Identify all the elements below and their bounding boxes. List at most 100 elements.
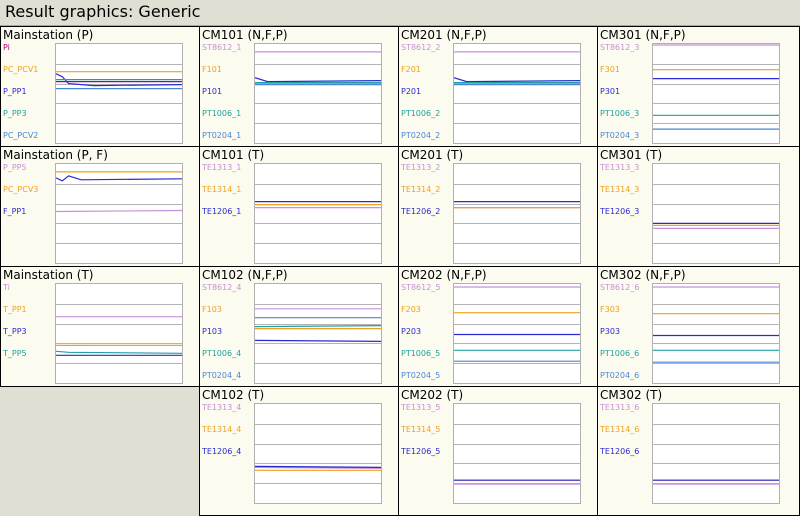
graph-panel[interactable]: CM201 (N,F,P) ST8612_2 F201 P201 PT1006_2 PT0… [398, 26, 598, 147]
graph-panel[interactable]: CM102 (T) TE1313_4 TE1314_4 TE1206_4 [199, 386, 399, 516]
signal-trace [454, 77, 580, 83]
trend-plot-svg [653, 44, 779, 130]
signal-label: PT0204_5 [401, 371, 441, 380]
panel-title: CM302 (T) [600, 388, 663, 402]
signal-label: PT1006_5 [401, 349, 441, 358]
trend-plot-svg [255, 51, 381, 124]
signal-label: TE1314_3 [600, 185, 640, 194]
signal-label: P_PP5 [3, 163, 27, 172]
signal-label: TE1314_5 [401, 425, 441, 434]
signal-label: TE1314_1 [202, 185, 242, 194]
signal-label: ST8612_6 [600, 283, 640, 292]
signal-label: P303 [600, 327, 621, 336]
window-title: Result graphics: Generic [5, 2, 201, 21]
signal-label: ST8612_2 [401, 43, 441, 52]
signal-trace [255, 339, 381, 342]
graph-panel[interactable]: CM202 (T) TE1313_5 TE1314_5 TE1206_5 [398, 386, 598, 516]
graph-panel[interactable]: CM101 (N,F,P) ST8612_1 F101 P101 PT1006_1 PT0… [199, 26, 399, 147]
signal-label: TE1206_3 [600, 207, 640, 216]
empty-area [0, 387, 199, 516]
panel-title: CM101 (N,F,P) [202, 28, 288, 42]
signal-label: ST8612_5 [401, 283, 441, 292]
signal-label: F303 [600, 305, 620, 314]
panel-title: CM101 (T) [202, 148, 265, 162]
signal-label: Ti [3, 283, 10, 292]
signal-label: TE1314_4 [202, 425, 242, 434]
trend-plot [254, 43, 382, 144]
signal-label: F301 [600, 65, 620, 74]
signal-label: P201 [401, 87, 422, 96]
panel-title: Mainstation (T) [3, 268, 94, 282]
graph-panel[interactable]: CM101 (T) TE1313_1 TE1314_1 TE1206_1 [199, 146, 399, 267]
trend-plot-svg [653, 286, 779, 364]
signal-label: Pi [3, 43, 10, 52]
trend-plot [652, 283, 780, 384]
graph-panel[interactable]: Mainstation (P) Pi PC_PCV1 P_PP1 P_PP3 PC_PCV… [0, 26, 200, 147]
graph-panel[interactable]: CM302 (T) TE1313_6 TE1314_6 TE1206_6 [597, 386, 800, 516]
panel-title: Mainstation (P, F) [3, 148, 108, 162]
trend-plot [254, 403, 382, 504]
trend-plot-svg [454, 286, 580, 364]
graph-panel[interactable]: Mainstation (P, F) P_PP5 PC_PCV3 F_PP1 [0, 146, 200, 267]
signal-label: P103 [202, 327, 223, 336]
graph-panel[interactable]: CM102 (N,F,P) ST8612_4 F103 P103 PT1006_4 PT0… [199, 266, 399, 387]
signal-label: ST8612_3 [600, 43, 640, 52]
graph-panel[interactable]: CM201 (T) TE1313_2 TE1314_2 TE1206_2 [398, 146, 598, 267]
signal-trace [56, 350, 182, 354]
signal-label: F203 [401, 305, 421, 314]
signal-label: PC_PCV1 [3, 65, 39, 74]
panel-title: CM301 (N,F,P) [600, 28, 686, 42]
signal-label: P101 [202, 87, 223, 96]
trend-plot [453, 403, 581, 504]
signal-label: ST8612_4 [202, 283, 242, 292]
signal-label: TE1313_3 [600, 163, 640, 172]
signal-label: P_PP1 [3, 87, 27, 96]
trend-plot [254, 283, 382, 384]
graph-panel[interactable]: CM302 (N,F,P) ST8612_6 F303 P303 PT1006_6 PT0… [597, 266, 800, 387]
signal-label: PT0204_2 [401, 131, 441, 140]
trend-plot [453, 283, 581, 384]
graph-panel[interactable]: CM202 (N,F,P) ST8612_5 F203 P203 PT1006_5 PT0… [398, 266, 598, 387]
signal-label: TE1206_5 [401, 447, 441, 456]
graph-panel[interactable]: CM301 (N,F,P) ST8612_3 F301 P301 PT1006_3 PT0… [597, 26, 800, 147]
graph-panel[interactable]: Mainstation (T) Ti T_PP1 T_PP3 T_PP5 [0, 266, 200, 387]
signal-trace [255, 77, 381, 83]
trend-plot [652, 43, 780, 144]
trend-plot-svg [454, 424, 580, 485]
trend-plot-svg [653, 184, 779, 244]
signal-label: PT1006_6 [600, 349, 640, 358]
signal-label: T_PP1 [3, 305, 27, 314]
signal-label: F103 [202, 305, 222, 314]
trend-plot-svg [56, 64, 182, 124]
signal-label: TE1314_6 [600, 425, 640, 434]
signal-label: TE1206_2 [401, 207, 441, 216]
signal-label: PT0204_6 [600, 371, 640, 380]
signal-label: F_PP1 [3, 207, 27, 216]
panel-title: CM302 (N,F,P) [600, 268, 686, 282]
graph-panel[interactable]: CM301 (T) TE1313_3 TE1314_3 TE1206_3 [597, 146, 800, 267]
panel-title: CM202 (T) [401, 388, 464, 402]
signal-trace [56, 209, 182, 213]
panel-title: CM201 (T) [401, 148, 464, 162]
trend-plot [453, 43, 581, 144]
signal-label: PT1006_2 [401, 109, 441, 118]
signal-label: P203 [401, 327, 422, 336]
signal-label: PT0204_4 [202, 371, 242, 380]
panel-title: Mainstation (P) [3, 28, 94, 42]
signal-label: TE1206_1 [202, 207, 242, 216]
trend-plot [652, 403, 780, 504]
panel-title: CM102 (T) [202, 388, 265, 402]
trend-plot-svg [255, 184, 381, 244]
signal-label: TE1313_1 [202, 163, 242, 172]
trend-plot-svg [454, 184, 580, 244]
trend-plot-svg [653, 424, 779, 485]
signal-label: TE1313_2 [401, 163, 441, 172]
trend-plot-svg [56, 171, 182, 244]
trend-plot [55, 283, 183, 384]
window-title-bar: Result graphics: Generic [0, 0, 800, 26]
trend-plot [652, 163, 780, 264]
trend-plot-svg [454, 51, 580, 124]
signal-label: P301 [600, 87, 621, 96]
panel-title: CM301 (T) [600, 148, 663, 162]
signal-label: P_PP3 [3, 109, 27, 118]
